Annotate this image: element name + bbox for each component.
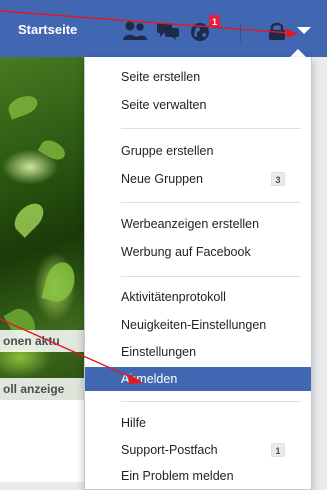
top-navigation-bar: Startseite 1 — [0, 0, 327, 57]
menu-item-label: Neue Gruppen — [121, 172, 204, 186]
lock-icon[interactable] — [265, 19, 289, 43]
messages-icon[interactable] — [155, 20, 181, 42]
menu-separator — [121, 128, 301, 129]
nav-divider — [240, 24, 241, 42]
background-text-line: onen aktu — [0, 330, 84, 352]
menu-item-seite-erstellen[interactable]: Seite erstellen — [85, 65, 311, 89]
friends-icon[interactable] — [122, 20, 148, 42]
menu-item-hilfe[interactable]: Hilfe — [85, 411, 311, 435]
count-badge: 1 — [271, 443, 285, 457]
background-panel — [0, 400, 84, 490]
menu-item-support-postfach[interactable]: Support-Postfach 1 — [85, 438, 311, 462]
menu-item-ein-problem-melden[interactable]: Ein Problem melden — [85, 464, 311, 488]
menu-item-gruppe-erstellen[interactable]: Gruppe erstellen — [85, 139, 311, 163]
dropdown-caret — [290, 49, 306, 57]
menu-item-label: Support-Postfach — [121, 443, 218, 457]
menu-separator — [121, 276, 301, 277]
menu-arrow-icon[interactable] — [295, 22, 313, 38]
background-panel — [312, 57, 327, 490]
menu-item-neuigkeiten-einstellungen[interactable]: Neuigkeiten-Einstellungen — [85, 313, 311, 337]
menu-item-aktivitaetenprotokoll[interactable]: Aktivitätenprotokoll — [85, 285, 311, 309]
menu-item-neue-gruppen[interactable]: Neue Gruppen 3 — [85, 167, 311, 191]
notification-badge: 1 — [208, 14, 222, 28]
menu-separator — [121, 401, 301, 402]
background-divider — [0, 482, 84, 490]
account-dropdown-menu: Seite erstellen Seite verwalten Gruppe e… — [84, 57, 312, 490]
menu-item-werbeanzeigen-erstellen[interactable]: Werbeanzeigen erstellen — [85, 212, 311, 236]
menu-item-abmelden[interactable]: Abmelden — [85, 367, 311, 391]
menu-item-werbung-auf-facebook[interactable]: Werbung auf Facebook — [85, 240, 311, 264]
background-text-line: oll anzeige — [0, 378, 84, 400]
menu-separator — [121, 202, 301, 203]
count-badge: 3 — [271, 172, 285, 186]
menu-item-einstellungen[interactable]: Einstellungen — [85, 340, 311, 364]
home-link[interactable]: Startseite — [18, 22, 77, 37]
menu-item-seite-verwalten[interactable]: Seite verwalten — [85, 93, 311, 117]
